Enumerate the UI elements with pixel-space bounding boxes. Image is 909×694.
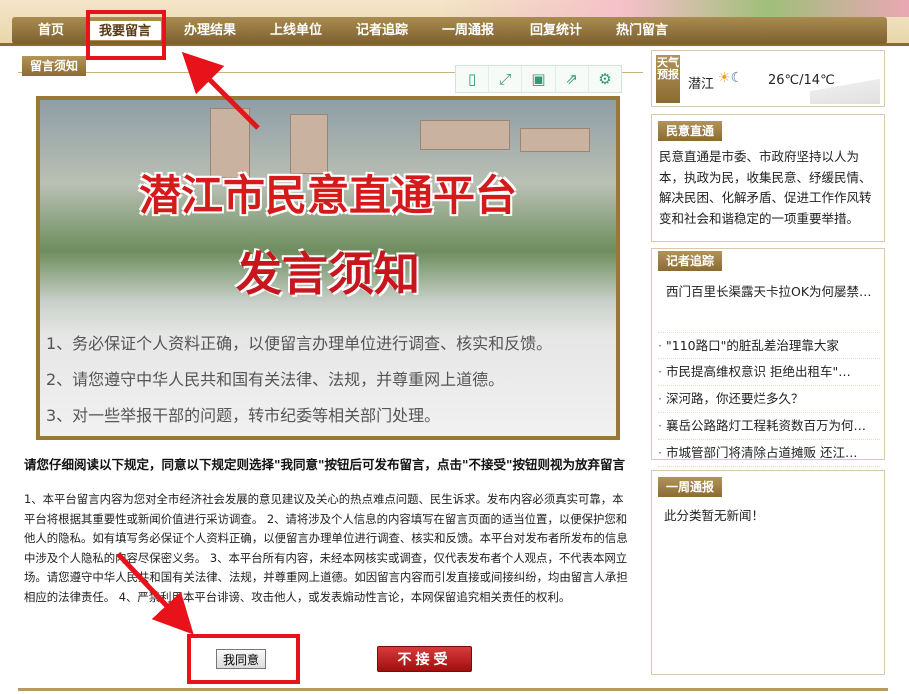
banner-rules: 1、务必保证个人资料正确，以便留言办理单位进行调查、核实和反馈。 2、请您遵守中… [46, 326, 612, 434]
news-link[interactable]: 西门百里长渠露天卡拉OK为何屡禁… [666, 284, 872, 299]
weekly-tag: 一周通报 [658, 477, 723, 497]
notice-tag: 留言须知 [22, 56, 87, 76]
minyi-panel: 民意直通 民意直通是市委、市政府坚持以人为本，执政为民，收集民意、纾缓民情、解决… [651, 114, 885, 242]
nav-item-weekly-report[interactable]: 一周通报 [432, 17, 504, 44]
banner-rule: 2、请您遵守中华人民共和国有关法律、法规，并尊重网上道德。 [46, 370, 505, 389]
list-item[interactable]: · 市城管部门将清除占道摊贩 还江… [658, 440, 880, 467]
moon-cloud-icon: ☾ [730, 70, 744, 86]
nav-item-results[interactable]: 办理结果 [174, 17, 246, 44]
weekly-empty-text: 此分类暂无新闻！ [664, 508, 765, 523]
weather-badge: 天气预报 [656, 55, 680, 103]
nav-item-home[interactable]: 首页 [26, 17, 76, 44]
reporter-list: 西门百里长渠露天卡拉OK为何屡禁… · "110路口"的脏乱差治理靠大家 · 市民提… [658, 279, 880, 467]
sun-cloud-icon: ☀ [718, 70, 731, 86]
list-item[interactable]: · "110路口"的脏乱差治理靠大家 [658, 333, 880, 360]
intro-text: 请您仔细阅读以下规定，同意以下规定则选择"我同意"按钮后可发布留言，点击"不接受… [24, 457, 626, 472]
page: 首页 我要留言 办理结果 上线单位 记者追踪 一周通报 回复统计 热门留言 留言… [0, 0, 909, 694]
minyi-text: 民意直通是市委、市政府坚持以人为本，执政为民，收集民意、纾缓民情、解决民困、化解… [659, 149, 872, 226]
banner-title: 潜江市民意直通平台 [138, 171, 517, 220]
weather-panel: 天气预报 潜江 ☀☾ 26℃/14℃ [651, 50, 885, 107]
mountain-decoration [810, 74, 880, 104]
minyi-tag: 民意直通 [658, 121, 723, 141]
highlight-box-agree [187, 634, 300, 684]
nav-item-hot-messages[interactable]: 热门留言 [606, 17, 678, 44]
banner-rule: 3、对一些举报干部的问题，转市纪委等相关部门处理。 [46, 406, 441, 425]
save-icon[interactable]: ▣ [522, 66, 556, 92]
list-item[interactable]: 西门百里长渠露天卡拉OK为何屡禁… [658, 279, 880, 333]
nav-item-reply-stats[interactable]: 回复统计 [520, 17, 592, 44]
weekly-panel: 一周通报 此分类暂无新闻！ [651, 470, 885, 675]
news-link[interactable]: 深河路，你还要烂多久？ [666, 391, 804, 406]
notice-banner-image: 潜江市民意直通平台 发言须知 1、务必保证个人资料正确，以便留言办理单位进行调查… [36, 96, 620, 440]
page-toolbar: ▯ ⤢ ▣ ⇗ ⚙ [455, 65, 622, 93]
list-item[interactable]: · 深河路，你还要烂多久？ [658, 386, 880, 413]
highlight-box-nav [86, 10, 166, 60]
nav-item-online-units[interactable]: 上线单位 [260, 17, 332, 44]
settings-icon[interactable]: ⚙ [589, 66, 621, 92]
weather-city: 潜江 [688, 77, 715, 92]
fullscreen-icon[interactable]: ⤢ [489, 66, 523, 92]
mobile-icon[interactable]: ▯ [456, 66, 490, 92]
reporter-panel: 记者追踪 西门百里长渠露天卡拉OK为何屡禁… · "110路口"的脏乱差治理靠大家… [651, 248, 885, 467]
news-link[interactable]: 襄岳公路路灯工程耗资数百万为何… [666, 418, 866, 433]
rules-text: 1、本平台留言内容为您对全市经济社会发展的意见建议及关心的热点难点问题、民生诉求… [24, 492, 628, 604]
news-link[interactable]: 市民提高维权意识 拒绝出租车"… [666, 364, 851, 379]
list-item[interactable]: · 襄岳公路路灯工程耗资数百万为何… [658, 413, 880, 440]
list-item[interactable]: · 市民提高维权意识 拒绝出租车"… [658, 359, 880, 387]
banner-subtitle: 发言须知 [236, 247, 420, 301]
header-decoration [439, 0, 909, 17]
weather-icons: ☀☾ [718, 70, 743, 86]
reject-button[interactable]: 不接受 [377, 646, 472, 672]
banner-rule: 1、务必保证个人资料正确，以便留言办理单位进行调查、核实和反馈。 [46, 334, 553, 353]
reporter-tag: 记者追踪 [658, 251, 723, 271]
share-icon[interactable]: ⇗ [556, 66, 589, 92]
news-link[interactable]: 市城管部门将清除占道摊贩 还江… [666, 445, 857, 460]
news-link[interactable]: "110路口"的脏乱差治理靠大家 [666, 338, 839, 353]
bottom-divider [18, 688, 888, 691]
nav-item-reporter-tracking[interactable]: 记者追踪 [346, 17, 418, 44]
